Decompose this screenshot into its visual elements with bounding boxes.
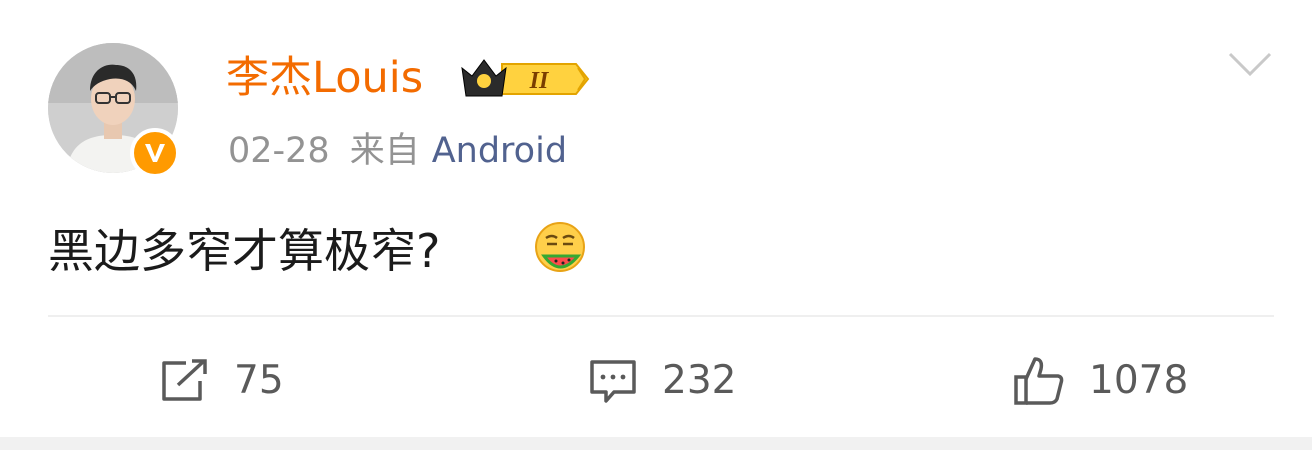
verified-v-badge-icon [130,128,180,178]
from-label: 来自 [349,131,420,171]
rank-badge-text: II [529,68,550,94]
thumbs-up-icon [1014,357,1064,405]
crown-rank-badge[interactable]: II [458,54,590,104]
repost-count: 75 [234,358,284,403]
like-button[interactable]: 1078 [1013,346,1188,416]
chevron-down-icon[interactable] [1226,46,1274,80]
post-text: 黑边多窄才算极窄? [48,224,441,278]
post-meta: 02-28 来自 Android [228,128,567,174]
divider [48,315,1274,317]
post-source[interactable]: Android [432,131,567,171]
comment-count: 232 [662,358,737,403]
bottom-separator [0,437,1312,450]
share-icon [162,359,207,401]
post-date: 02-28 [228,131,330,171]
eating-watermelon-emoji [535,222,585,272]
weibo-post-card: 李杰Louis II 02-28 来自 Android 黑边多窄才算极窄? 75… [0,0,1312,450]
like-count: 1078 [1089,358,1189,403]
comment-icon [590,360,636,403]
repost-button[interactable]: 75 [160,346,284,416]
comment-button[interactable]: 232 [588,346,736,416]
username[interactable]: 李杰Louis [226,50,423,106]
